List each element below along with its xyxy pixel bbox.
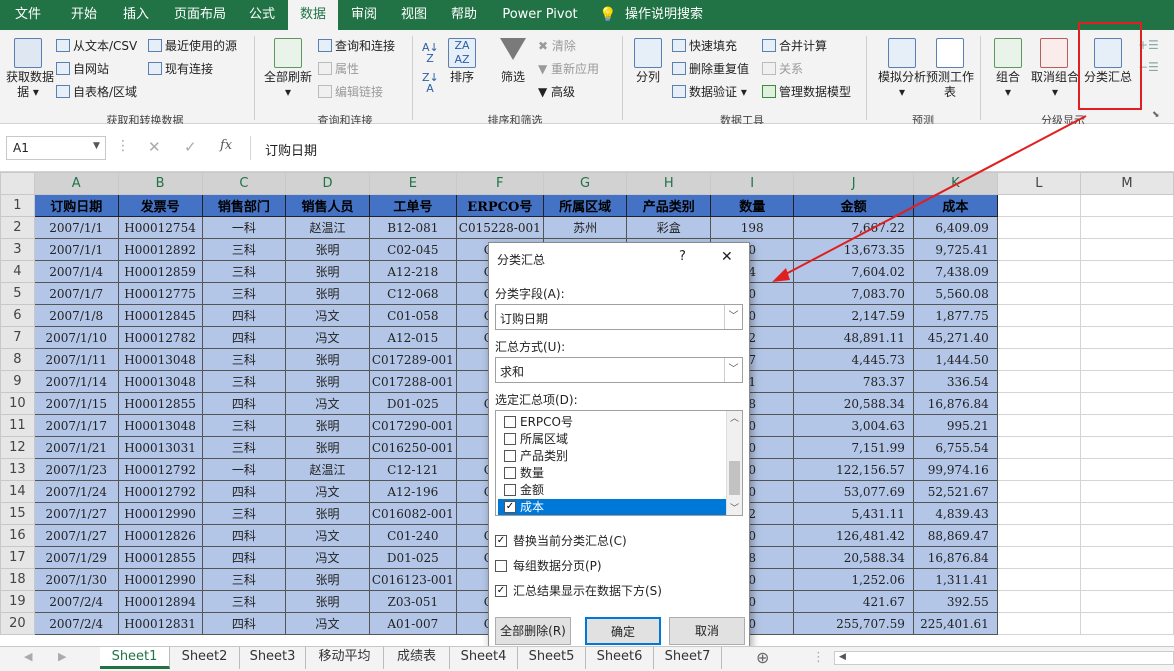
list-item[interactable]: 金额 (498, 482, 730, 499)
sheet-tab-bar: ◀ ▶ Sheet1 Sheet2 Sheet3 移动平均 成绩表 Sheet4 Sheet… (0, 646, 1174, 671)
function-value: 求和 (500, 365, 525, 379)
option-replace[interactable]: ✓ 替换当前分类汇总(C) (495, 533, 627, 549)
help-icon[interactable]: ? (679, 249, 686, 264)
list-item[interactable]: ERPCO号 (498, 414, 730, 431)
arrow-line (781, 115, 1087, 277)
cancel-button[interactable]: 取消 (669, 617, 745, 645)
sheet-tab[interactable]: Sheet2 (170, 647, 240, 669)
list-item[interactable]: ✓ 成本 (498, 499, 730, 515)
sheet-tab[interactable]: Sheet1 (100, 647, 170, 669)
function-label: 汇总方式(U): (495, 340, 566, 354)
list-item[interactable]: 所属区域 (498, 431, 730, 448)
dialog-title: 分类汇总 (497, 253, 546, 267)
list-scrollbar[interactable]: ︿ ﹀ (726, 411, 742, 515)
subtotal-items-list[interactable]: ERPCO号 所属区域产品类别数量金额 ✓ 成本 ︿ ﹀ (495, 410, 743, 516)
scroll-up-icon[interactable]: ︿ (730, 411, 739, 424)
checkbox-replace[interactable]: ✓ (495, 535, 507, 547)
subtotal-field-select[interactable]: 订购日期 ﹀ (495, 304, 743, 330)
more-options-icon: ⋮ (812, 650, 825, 665)
list-item-label: 金额 (520, 483, 545, 497)
scroll-thumb[interactable] (729, 461, 740, 495)
checkbox-below[interactable]: ✓ (495, 585, 507, 597)
checkbox[interactable] (504, 416, 516, 428)
scroll-down-icon[interactable]: ﹀ (730, 501, 739, 514)
sheet-tab[interactable]: Sheet5 (518, 647, 586, 669)
scroll-left-icon[interactable]: ◀ (839, 652, 846, 662)
ok-button[interactable]: 确定 (585, 617, 661, 645)
list-item-label: 产品类别 (520, 449, 569, 463)
chevron-down-icon: ﹀ (724, 305, 742, 329)
checkbox[interactable] (504, 467, 516, 479)
list-item[interactable]: 数量 (498, 465, 730, 482)
field-value: 订购日期 (500, 312, 549, 326)
option-replace-label: 替换当前分类汇总(C) (513, 534, 627, 548)
option-pagebreak[interactable]: 每组数据分页(P) (495, 558, 602, 574)
horizontal-scrollbar[interactable]: ◀ (834, 651, 1174, 665)
field-label: 分类字段(A): (495, 287, 565, 301)
list-item-label: 所属区域 (520, 432, 569, 446)
subtotal-dialog: 分类汇总 ? ✕ 分类字段(A): 订购日期 ﹀ 汇总方式(U): 求和 ﹀ 选… (488, 242, 750, 648)
sheet-tab[interactable]: Sheet4 (450, 647, 518, 669)
option-below-label: 汇总结果显示在数据下方(S) (513, 584, 662, 598)
prev-sheet-icon[interactable]: ◀ (24, 650, 32, 663)
sheet-tab[interactable]: Sheet3 (240, 647, 306, 669)
sheet-tab[interactable]: 移动平均 (306, 647, 384, 669)
items-label: 选定汇总项(D): (495, 393, 578, 407)
list-item-label: 成本 (520, 500, 545, 514)
arrow-head (772, 268, 790, 282)
list-item-label: ERPCO号 (520, 415, 573, 429)
checkbox[interactable] (504, 433, 516, 445)
remove-all-button[interactable]: 全部删除(R) (495, 617, 571, 645)
checkbox[interactable] (504, 450, 516, 462)
sheet-tab[interactable]: 成绩表 (384, 647, 450, 669)
list-item-label: 数量 (520, 466, 545, 480)
close-icon[interactable]: ✕ (721, 249, 733, 265)
chevron-down-icon: ﹀ (724, 358, 742, 382)
summary-function-select[interactable]: 求和 ﹀ (495, 357, 743, 383)
checkbox-pagebreak[interactable] (495, 560, 507, 572)
add-sheet-icon[interactable]: ⊕ (756, 648, 769, 667)
next-sheet-icon[interactable]: ▶ (58, 650, 66, 663)
option-pagebreak-label: 每组数据分页(P) (513, 559, 602, 573)
list-item[interactable]: 产品类别 (498, 448, 730, 465)
checkbox[interactable]: ✓ (504, 501, 516, 513)
checkbox[interactable] (504, 484, 516, 496)
sheet-tab[interactable]: Sheet7 (654, 647, 722, 669)
option-below[interactable]: ✓ 汇总结果显示在数据下方(S) (495, 583, 662, 599)
sheet-tab[interactable]: Sheet6 (586, 647, 654, 669)
